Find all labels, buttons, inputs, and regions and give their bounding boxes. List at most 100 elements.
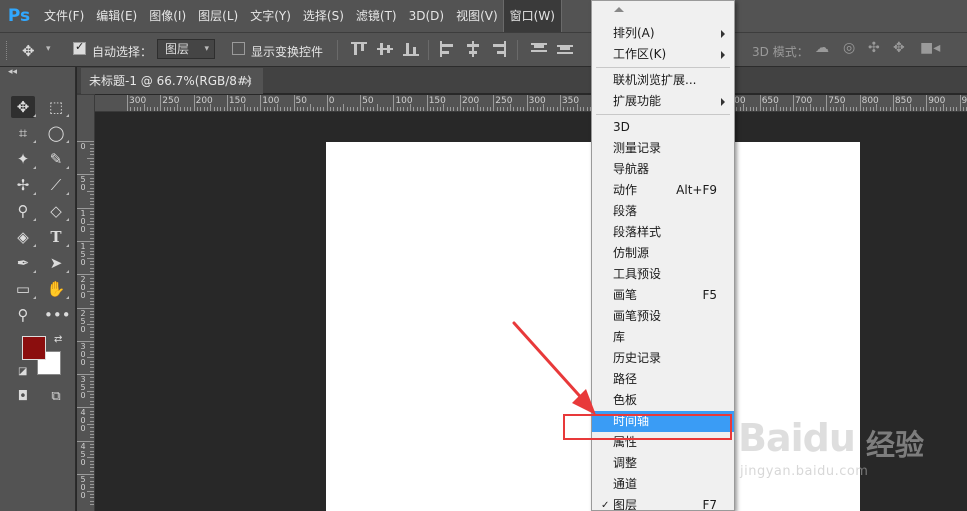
zoom-tool[interactable]: ⚲ [11,304,35,326]
orbit-3d-icon[interactable]: ☁ [815,40,829,56]
screen-mode-icon[interactable]: ⧉ [44,386,68,408]
clone-stamp-tool[interactable]: ⚲ [11,200,36,222]
window-menu-item[interactable]: 仿制源 [592,243,734,264]
ruler-minor-tick [90,327,94,329]
window-menu-item[interactable]: 导航器 [592,159,734,180]
ruler-minor-tick [213,107,215,111]
brush-tool[interactable]: ⟋ [44,174,69,196]
pan-3d-icon[interactable]: ✣ [868,40,880,56]
close-icon[interactable]: × [243,68,253,94]
window-menu-item[interactable]: 排列(A) [592,23,734,44]
ruler-origin[interactable] [77,95,95,112]
quick-mask-icon[interactable]: ◘ [11,386,35,408]
magic-wand-tool[interactable]: ✦ [11,148,36,170]
window-menu-item[interactable]: 动作 Alt+F9 [592,180,734,201]
menu-5[interactable]: 文字(Y) [244,0,297,32]
menu-6[interactable]: 选择(S) [297,0,350,32]
eyedropper-tool[interactable]: ✎ [44,148,69,170]
collapse-toolbox-icon[interactable]: ◂◂ [8,67,17,77]
window-menu-item[interactable]: 色板 [592,390,734,411]
window-menu-item[interactable]: 工作区(K) [592,44,734,65]
ruler-minor-tick [90,237,94,239]
horizontal-ruler[interactable]: 3002502001501005005010015020025030035040… [95,95,967,112]
default-colors-icon[interactable]: ◪ [18,366,27,377]
document-tab[interactable]: 未标题-1 @ 66.7%(RGB/8#) × [81,68,263,94]
menu-3[interactable]: 图像(I) [143,0,192,32]
ruler-minor-tick [87,290,94,292]
move-tool-icon[interactable]: ✥ [22,42,42,60]
distribute-center-icon[interactable] [557,41,573,57]
window-menu-item[interactable]: 画笔预设 [592,306,734,327]
ruler-major-tick [326,95,328,111]
hand-tool[interactable]: ✋ [44,278,69,300]
tool-preset-caret-icon[interactable]: ▾ [46,44,51,54]
eraser-tool[interactable]: ◇ [44,200,69,222]
ruler-minor-tick [769,107,771,111]
ruler-minor-tick [296,107,298,111]
more-tools-icon[interactable]: ••• [44,304,71,326]
menu-9[interactable]: 视图(V) [450,0,504,32]
window-menu-item[interactable]: 段落样式 [592,222,734,243]
swap-colors-icon[interactable]: ⇄ [54,334,62,345]
roll-3d-icon[interactable]: ◎ [843,40,855,56]
rectangle-tool[interactable]: ▭ [11,278,36,300]
healing-brush-tool[interactable]: ✢ [11,174,36,196]
window-menu-item[interactable]: 库 [592,327,734,348]
window-menu-item[interactable]: 通道 [592,474,734,495]
ruler-minor-tick [90,317,94,319]
window-menu-item[interactable]: 路径 [592,369,734,390]
ruler-label: 50 [362,96,374,106]
window-menu-item[interactable]: ✓ 图层 F7 [592,495,734,510]
vertical-ruler[interactable]: 0 5 0 1 0 0 1 5 0 2 0 0 2 5 0 3 0 0 3 5 0 4 0 0 4… [77,112,95,511]
window-menu-item[interactable]: 工具预设 [592,264,734,285]
pen-tool[interactable]: ✒ [11,252,36,274]
path-selection-tool[interactable]: ➤ [44,252,69,274]
ruler-minor-tick [273,107,275,111]
window-menu-item[interactable]: 历史记录 [592,348,734,369]
scale-3d-icon[interactable]: ■◂ [920,40,940,56]
menu-2[interactable]: 编辑(E) [90,0,143,32]
window-menu-item[interactable]: 画笔 F5 [592,285,734,306]
ruler-minor-tick [839,107,841,111]
options-bar-grip[interactable] [6,41,9,60]
marquee-tool[interactable]: ⬚ [44,96,69,118]
move-tool[interactable]: ✥ [11,96,36,118]
lasso-tool[interactable]: ◯ [44,122,69,144]
menu-7[interactable]: 滤镜(T) [350,0,403,32]
ruler-major-tick [526,95,528,111]
auto-select-target-value: 图层 [165,42,190,56]
align-vertical-center-icon[interactable] [377,41,393,57]
crop-tool[interactable]: ⌗ [11,122,36,144]
align-right-icon[interactable] [491,41,507,57]
type-tool[interactable]: T [44,226,69,248]
ruler-minor-tick [90,154,94,156]
window-menu-item[interactable]: 测量记录 [592,138,734,159]
show-transform-checkbox[interactable] [232,42,245,55]
ruler-minor-tick [90,417,94,419]
ruler-minor-tick [90,483,94,485]
foreground-color-swatch[interactable] [22,336,46,360]
slide-3d-icon[interactable]: ✥ [893,40,905,56]
distribute-top-icon[interactable] [531,41,547,57]
window-menu-item[interactable]: 段落 [592,201,734,222]
scroll-up-arrow-icon[interactable] [614,7,624,12]
menu-1[interactable]: 文件(F) [38,0,90,32]
align-horizontal-center-icon[interactable] [465,41,481,57]
window-menu-item[interactable]: 3D [592,117,734,138]
ruler-minor-tick [186,107,188,111]
window-menu-item[interactable]: 扩展功能 [592,91,734,112]
paint-bucket-tool[interactable]: ◈ [11,226,36,248]
ruler-minor-tick [886,107,888,111]
auto-select-checkbox[interactable] [73,40,86,55]
window-menu-item[interactable]: 调整 [592,453,734,474]
ruler-minor-tick [90,394,94,396]
window-menu-item[interactable]: 联机浏览扩展... [592,70,734,91]
align-bottom-icon[interactable] [403,41,419,57]
menu-4[interactable]: 图层(L) [192,0,244,32]
align-left-icon[interactable] [439,41,455,57]
align-top-icon[interactable] [351,41,367,57]
menu-10[interactable]: 窗口(W) [502,0,562,33]
menu-separator [596,67,730,68]
auto-select-target-dropdown[interactable]: 图层 ▾ [157,39,215,59]
menu-8[interactable]: 3D(D) [403,0,450,32]
